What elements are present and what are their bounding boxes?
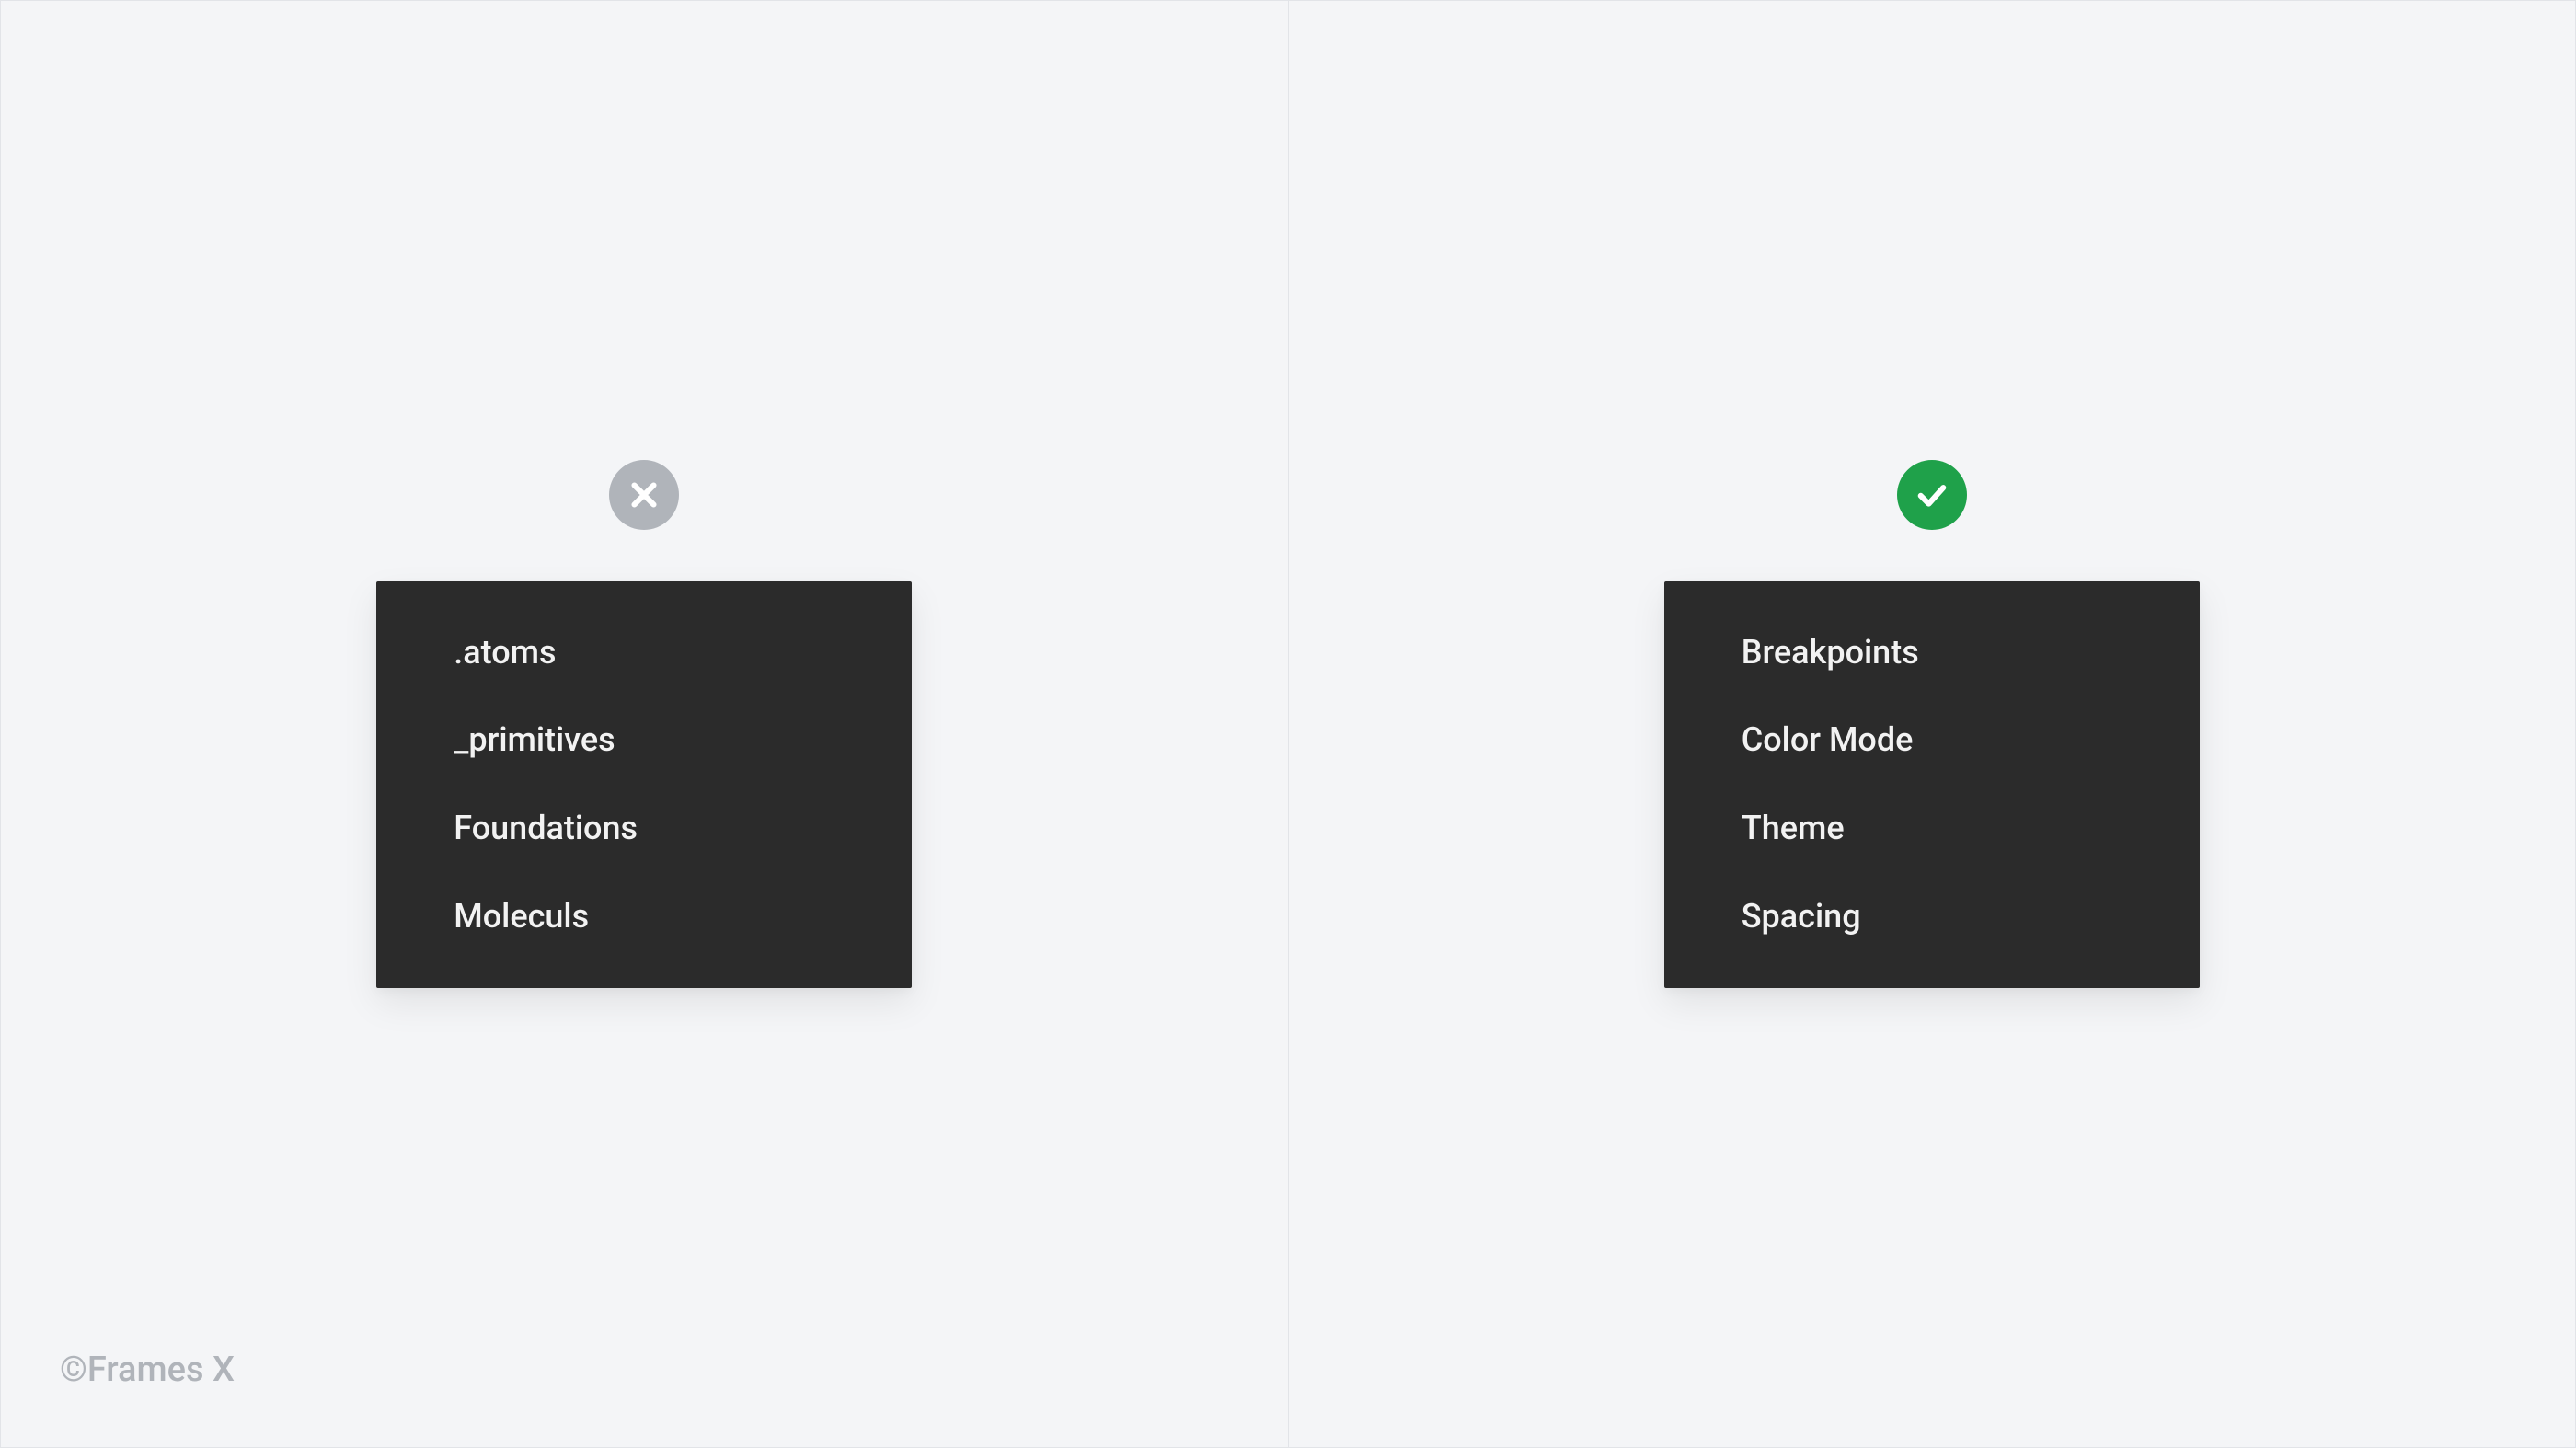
panel-correct-example: Breakpoints Color Mode Theme Spacing: [1289, 1, 2576, 1447]
dropdown-item[interactable]: .atoms: [376, 609, 912, 697]
copyright-text: ©Frames X: [60, 1350, 235, 1390]
dropdown-item[interactable]: Spacing: [1664, 873, 2200, 961]
dropdown-item[interactable]: _primitives: [376, 696, 912, 785]
dropdown-item[interactable]: Breakpoints: [1664, 609, 2200, 697]
dropdown-correct: Breakpoints Color Mode Theme Spacing: [1664, 581, 2200, 988]
dropdown-item[interactable]: Foundations: [376, 785, 912, 873]
check-icon: [1897, 460, 1967, 530]
comparison-container: .atoms _primitives Foundations Moleculs …: [0, 0, 2576, 1448]
panel-wrong-example: .atoms _primitives Foundations Moleculs …: [1, 1, 1289, 1447]
dropdown-item[interactable]: Color Mode: [1664, 696, 2200, 785]
dropdown-item[interactable]: Theme: [1664, 785, 2200, 873]
dropdown-item[interactable]: Moleculs: [376, 873, 912, 961]
x-icon: [609, 460, 679, 530]
dropdown-wrong: .atoms _primitives Foundations Moleculs: [376, 581, 912, 988]
